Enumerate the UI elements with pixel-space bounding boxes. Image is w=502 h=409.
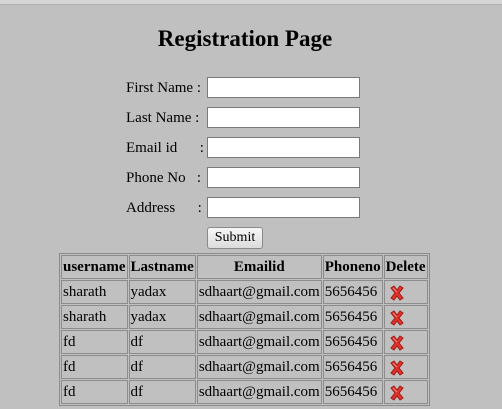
cell-phone: 5656456: [322, 355, 383, 379]
delete-x-icon[interactable]: [388, 359, 406, 377]
first-name-input[interactable]: [207, 77, 360, 98]
delete-x-icon[interactable]: [388, 284, 406, 302]
cell-phone: 5656456: [322, 280, 383, 304]
table-row: fd df sdhaart@gmail.com 5656456: [61, 380, 428, 404]
email-input[interactable]: [207, 137, 360, 158]
column-header-username: username: [61, 255, 128, 279]
cell-phone: 5656456: [322, 380, 383, 404]
email-row: Email id :: [126, 137, 366, 159]
cell-lastname: df: [128, 355, 196, 379]
cell-delete: [383, 330, 428, 354]
page-title: Registration Page: [157, 26, 333, 51]
email-label: Email id :: [126, 140, 204, 156]
phone-label: Phone No :: [126, 170, 201, 186]
column-header-delete: Delete: [383, 255, 428, 279]
table-row: sharath yadax sdhaart@gmail.com 5656456: [61, 305, 428, 329]
column-header-emailid: Emailid: [196, 255, 322, 279]
window-top-edge: [0, 0, 502, 5]
last-name-label: Last Name :: [126, 110, 200, 126]
cell-username: fd: [61, 355, 128, 379]
cell-email: sdhaart@gmail.com: [196, 280, 322, 304]
phone-row: Phone No :: [126, 167, 366, 189]
table-row: fd df sdhaart@gmail.com 5656456: [61, 355, 428, 379]
cell-lastname: df: [128, 380, 196, 404]
delete-x-icon[interactable]: [388, 309, 406, 327]
column-header-phoneno: Phoneno: [322, 255, 383, 279]
cell-phone: 5656456: [322, 305, 383, 329]
address-row: Address :: [126, 197, 366, 219]
last-name-row: Last Name :: [126, 107, 366, 129]
cell-delete: [383, 355, 428, 379]
column-header-lastname: Lastname: [128, 255, 196, 279]
first-name-label: First Name :: [126, 80, 201, 96]
cell-phone: 5656456: [322, 330, 383, 354]
delete-x-icon[interactable]: [388, 384, 406, 402]
delete-x-icon[interactable]: [388, 334, 406, 352]
address-input[interactable]: [207, 197, 360, 218]
table-row: sharath yadax sdhaart@gmail.com 5656456: [61, 280, 428, 304]
cell-email: sdhaart@gmail.com: [196, 380, 322, 404]
cell-lastname: df: [128, 330, 196, 354]
cell-email: sdhaart@gmail.com: [196, 305, 322, 329]
phone-input[interactable]: [207, 167, 360, 188]
cell-email: sdhaart@gmail.com: [196, 355, 322, 379]
cell-delete: [383, 305, 428, 329]
last-name-input[interactable]: [207, 107, 360, 128]
cell-email: sdhaart@gmail.com: [196, 330, 322, 354]
cell-lastname: yadax: [128, 305, 196, 329]
cell-username: fd: [61, 330, 128, 354]
users-table: username Lastname Emailid Phoneno Delete…: [59, 253, 430, 406]
table-header-row: username Lastname Emailid Phoneno Delete: [61, 255, 428, 279]
cell-username: sharath: [61, 280, 128, 304]
address-label: Address :: [126, 200, 202, 216]
cell-username: sharath: [61, 305, 128, 329]
cell-delete: [383, 380, 428, 404]
cell-delete: [383, 280, 428, 304]
submit-button[interactable]: Submit: [207, 227, 263, 249]
cell-lastname: yadax: [128, 280, 196, 304]
table-row: fd df sdhaart@gmail.com 5656456: [61, 330, 428, 354]
first-name-row: First Name :: [126, 77, 366, 99]
cell-username: fd: [61, 380, 128, 404]
